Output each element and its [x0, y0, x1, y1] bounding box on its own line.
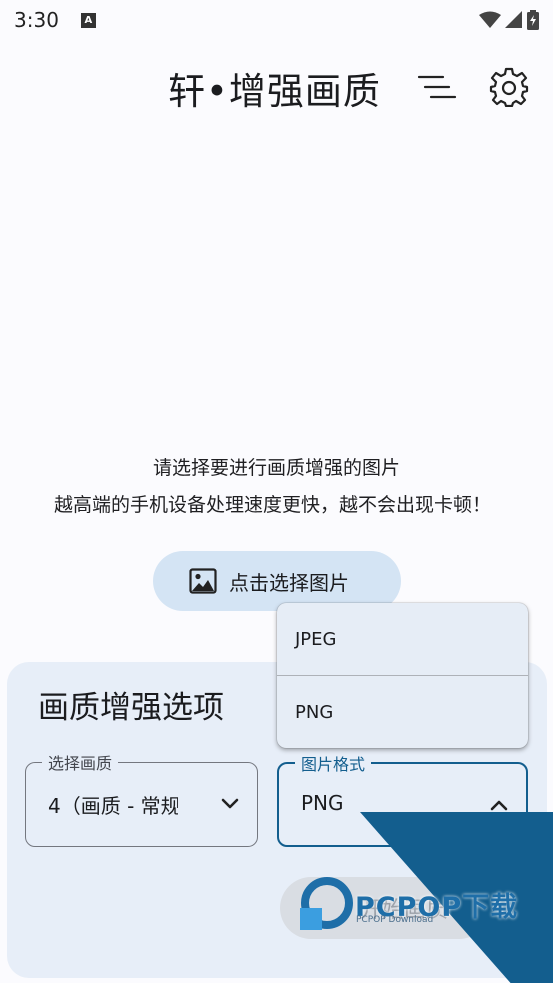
app-bar: 轩•增强画质 [0, 55, 553, 119]
quality-select[interactable]: 选择画质 4（画质 - 常规 [25, 750, 258, 847]
battery-icon [527, 10, 539, 30]
status-time: 3:30 [14, 8, 59, 32]
menu-lines-icon [417, 75, 457, 99]
options-title: 画质增强选项 [38, 690, 224, 726]
quality-value: 4（画质 - 常规 [48, 794, 178, 818]
format-value: PNG [301, 791, 344, 815]
notification-icon: A [80, 12, 96, 28]
gear-icon [489, 67, 529, 108]
hint-device-performance: 越高端的手机设备处理速度更快，越不会出现卡顿！ [53, 494, 491, 516]
watermark-subtext: PCPOP Download [356, 915, 434, 925]
page-title: 轩•增强画质 [168, 70, 381, 113]
wifi-icon [479, 11, 501, 28]
format-label: 图片格式 [295, 751, 372, 775]
menu-button[interactable] [417, 70, 457, 104]
watermark-logo-icon [300, 877, 353, 930]
image-icon [189, 568, 217, 594]
quality-label: 选择画质 [42, 750, 119, 774]
settings-button[interactable] [489, 67, 529, 108]
signal-icon [505, 11, 522, 28]
format-dropdown-menu: JPEG PNG [277, 603, 528, 748]
chevron-down-icon [221, 798, 239, 809]
format-option-png[interactable]: PNG [277, 676, 528, 748]
status-bar: 3:30 A [0, 0, 553, 40]
pick-image-label: 点击选择图片 [229, 570, 349, 595]
status-icons [479, 10, 539, 30]
hint-select-image: 请选择要进行画质增强的图片 [152, 457, 400, 479]
pick-image-button[interactable]: 点击选择图片 [153, 551, 401, 611]
format-option-jpeg[interactable]: JPEG [277, 603, 528, 675]
